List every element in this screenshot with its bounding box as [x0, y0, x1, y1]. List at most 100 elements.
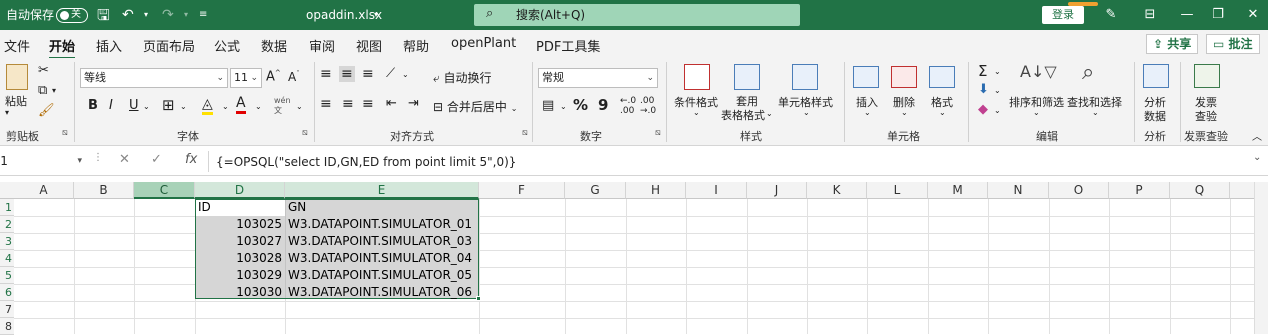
cell-d5[interactable]: 103029 [196, 267, 284, 284]
row-header[interactable]: 6 [0, 284, 14, 301]
cell-styles-dropdown-icon[interactable]: ⌄ [803, 108, 810, 117]
format-cells-icon[interactable] [929, 66, 955, 88]
redo-icon[interactable]: ↷ [162, 0, 174, 30]
enter-icon[interactable]: ✓ [151, 152, 162, 167]
column-header-f[interactable]: F [479, 182, 565, 199]
fill-icon[interactable]: ⬇ [978, 82, 989, 97]
decrease-decimal-icon[interactable]: .00 →.0 [640, 96, 656, 116]
find-select-icon[interactable]: ⌕ [1082, 60, 1094, 85]
share-button[interactable]: ⇪ 共享 [1146, 34, 1199, 54]
row-header[interactable]: 4 [0, 250, 14, 267]
format-dropdown-icon[interactable]: ⌄ [939, 108, 946, 117]
cell-e4[interactable]: W3.DATAPOINT.SIMULATOR_04 [286, 250, 478, 267]
tab-data[interactable]: 数据 [261, 36, 287, 55]
font-name-select[interactable]: 等线 ⌄ [80, 68, 228, 88]
tab-formulas[interactable]: 公式 [214, 36, 240, 55]
invoice-check-icon[interactable] [1194, 64, 1220, 88]
format-as-table-dropdown-icon[interactable]: ⌄ [766, 109, 773, 118]
italic-button[interactable]: I [109, 98, 113, 113]
spreadsheet-grid[interactable]: A B C D E F G H I J K L M N O P Q 1 2 3 … [0, 182, 1254, 335]
font-launcher-icon[interactable]: ⧅ [302, 128, 308, 138]
row-header[interactable]: 8 [0, 318, 14, 335]
row-header[interactable]: 7 [0, 301, 14, 318]
autosum-dropdown-icon[interactable]: ⌄ [994, 67, 1001, 76]
collapse-ribbon-icon[interactable]: ︿ [1252, 128, 1262, 143]
autosave-toggle[interactable]: 关 [56, 8, 88, 23]
analyze-data-icon[interactable] [1143, 64, 1169, 88]
font-size-select[interactable]: 11 ⌄ [230, 68, 262, 88]
orientation-icon[interactable]: ⟋ [386, 66, 395, 81]
invoice-check-line2[interactable]: 查验 [1195, 108, 1217, 124]
underline-dropdown-icon[interactable]: ⌄ [143, 102, 150, 111]
insert-cells-icon[interactable] [853, 66, 879, 88]
file-name[interactable]: opaddin.xlsx [306, 0, 382, 30]
tab-pdf-tools[interactable]: PDF工具集 [536, 36, 600, 55]
cell-e6[interactable]: W3.DATAPOINT.SIMULATOR_06 [286, 284, 478, 301]
column-header-a[interactable]: A [14, 182, 74, 199]
merge-center-button[interactable]: ⊟ 合并后居中 ⌄ [433, 98, 517, 115]
paste-dropdown-icon[interactable]: ▾ [5, 108, 9, 117]
fill-color-icon[interactable]: ◬ [202, 96, 213, 115]
align-top-icon[interactable]: ≡ [320, 66, 332, 82]
align-center-icon[interactable]: ≡ [342, 96, 354, 112]
column-header-p[interactable]: P [1109, 182, 1170, 199]
cell-styles-icon[interactable] [792, 64, 818, 90]
undo-dropdown-icon[interactable]: ▾ [144, 0, 148, 30]
copy-icon[interactable]: ⧉ [38, 83, 47, 98]
pen-icon[interactable]: ✎ [1096, 0, 1126, 30]
autosum-icon[interactable]: Σ [978, 62, 987, 80]
shrink-font-icon[interactable]: Aˇ [288, 70, 300, 84]
row-header[interactable]: 5 [0, 267, 14, 284]
format-as-table-icon[interactable] [734, 64, 760, 90]
tab-openplant[interactable]: openPlant [451, 36, 516, 51]
underline-button[interactable]: U [129, 98, 139, 113]
comma-button[interactable]: 9 [598, 96, 608, 114]
increase-indent-icon[interactable]: ⇥ [408, 96, 419, 111]
login-button[interactable]: 登录 [1042, 6, 1084, 24]
align-bottom-icon[interactable]: ≡ [362, 66, 374, 82]
paste-icon[interactable] [6, 64, 28, 90]
restore-icon[interactable]: ❐ [1203, 0, 1233, 30]
format-as-table-line2[interactable]: 表格格式 [721, 107, 765, 123]
tab-home[interactable]: 开始 [49, 36, 76, 60]
wrap-text-button[interactable]: ⤶ 自动换行 [433, 69, 492, 86]
comments-button[interactable]: ▭ 批注 [1206, 34, 1260, 54]
cell-d4[interactable]: 103028 [196, 250, 284, 267]
column-header-o[interactable]: O [1049, 182, 1109, 199]
cell-e5[interactable]: W3.DATAPOINT.SIMULATOR_05 [286, 267, 478, 284]
cut-icon[interactable]: ✂ [38, 63, 49, 78]
select-all-corner[interactable] [0, 182, 14, 199]
conditional-dropdown-icon[interactable]: ⌄ [693, 108, 700, 117]
cancel-icon[interactable]: ✕ [119, 152, 130, 167]
decrease-indent-icon[interactable]: ⇤ [386, 96, 397, 111]
tab-page-layout[interactable]: 页面布局 [143, 36, 195, 55]
column-header-i[interactable]: I [686, 182, 747, 199]
customize-toolbar-icon[interactable]: ≡ [199, 0, 207, 30]
redo-dropdown-icon[interactable]: ▾ [184, 0, 188, 30]
clear-dropdown-icon[interactable]: ⌄ [994, 106, 1001, 115]
undo-icon[interactable]: ↶ [122, 0, 134, 30]
insert-function-icon[interactable]: fx [185, 152, 197, 167]
sort-filter-icon[interactable]: A↓▽ [1020, 62, 1057, 81]
cell-d1[interactable]: ID [196, 199, 284, 216]
vertical-scrollbar[interactable] [1254, 182, 1268, 334]
column-header-g[interactable]: G [565, 182, 626, 199]
column-header-partial[interactable] [1230, 182, 1254, 199]
font-color-icon[interactable]: A [236, 95, 246, 114]
cell-e1[interactable]: GN [286, 199, 478, 216]
analyze-data-line2[interactable]: 数据 [1144, 108, 1166, 124]
percent-button[interactable]: % [573, 96, 588, 114]
search-box[interactable]: ⌕ 搜索(Alt+Q) [474, 4, 800, 26]
tab-review[interactable]: 审阅 [309, 36, 335, 55]
formula-input[interactable]: {=OPSQL("select ID,GN,ED from point limi… [216, 152, 516, 172]
delete-dropdown-icon[interactable]: ⌄ [901, 108, 908, 117]
accounting-dropdown-icon[interactable]: ⌄ [560, 102, 567, 111]
cell-e2[interactable]: W3.DATAPOINT.SIMULATOR_01 [286, 216, 478, 233]
tab-insert[interactable]: 插入 [96, 36, 122, 55]
name-box[interactable]: D1 ▾ [0, 151, 84, 172]
accounting-format-icon[interactable]: ▤ [542, 98, 554, 113]
column-header-n[interactable]: N [988, 182, 1049, 199]
column-header-h[interactable]: H [626, 182, 686, 199]
number-format-select[interactable]: 常规 ⌄ [538, 68, 658, 88]
cell-d3[interactable]: 103027 [196, 233, 284, 250]
